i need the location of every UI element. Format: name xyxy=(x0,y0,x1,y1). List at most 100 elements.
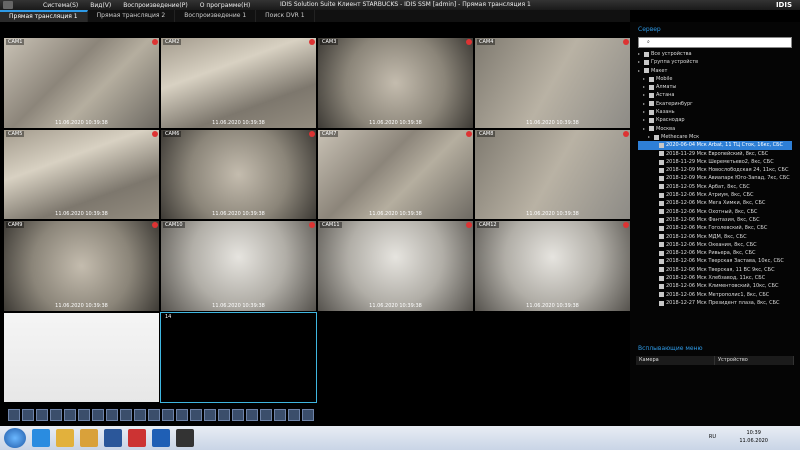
layout-1p7-icon[interactable] xyxy=(120,409,132,421)
camera-tile[interactable]: 14 xyxy=(160,311,317,403)
expand-icon[interactable]: ▸ xyxy=(643,83,647,91)
camera-tile[interactable]: CAM9 11.06.2020 10:39:38 xyxy=(4,221,159,311)
tree-item[interactable]: 2018-12-27 Мск Президент плаза, 8кс, СБС xyxy=(638,299,792,307)
tree-item[interactable]: ▸ Казань xyxy=(638,108,792,116)
close-feed-icon[interactable] xyxy=(623,39,629,45)
close-feed-icon[interactable] xyxy=(466,222,472,228)
tree-item[interactable]: 2018-12-06 Мск Атриум, 8кс, СБС xyxy=(638,191,792,199)
camera-tile[interactable] xyxy=(475,312,630,402)
tree-item[interactable]: 2018-12-06 Мск МДМ, 8кс, СБС xyxy=(638,233,792,241)
menu-playback[interactable]: Воспроизведение(P) xyxy=(123,2,187,9)
camera-tile[interactable]: CAM6 11.06.2020 10:39:38 xyxy=(161,129,316,219)
layout-custom-icon[interactable] xyxy=(92,409,104,421)
close-feed-icon[interactable] xyxy=(309,130,315,137)
close-feed-icon[interactable] xyxy=(466,130,472,137)
tree-item[interactable]: 2018-11-29 Мск Европейский, 8кс, СБС xyxy=(638,150,792,158)
tree-item[interactable]: ▸ Екатеринбург xyxy=(638,100,792,108)
start-button[interactable] xyxy=(4,428,26,448)
tree-item[interactable]: 2018-12-06 Мск Тверская Застава, 10кс, С… xyxy=(638,257,792,265)
settings-icon[interactable] xyxy=(274,409,286,421)
tab-live-1[interactable]: Прямая трансляция 1 xyxy=(0,10,88,22)
layout-2x2-icon[interactable] xyxy=(22,409,34,421)
camera-tile[interactable]: CAM3 11.06.2020 10:39:38 xyxy=(318,38,473,128)
tree-item[interactable]: ▸ Макет xyxy=(638,67,792,75)
close-feed-icon[interactable] xyxy=(309,39,315,45)
tree-item[interactable]: 2018-12-06 Мск Охотный, 8кс, СБС xyxy=(638,208,792,216)
tree-item[interactable]: ▸ Краснодар xyxy=(638,116,792,124)
snapshot-icon[interactable] xyxy=(246,409,258,421)
expand-icon[interactable]: ▸ xyxy=(643,116,647,124)
layout-1p9-icon[interactable] xyxy=(134,409,146,421)
tab-dvr-search-1[interactable]: Поиск DVR 1 xyxy=(256,10,315,22)
camera-tile[interactable]: CAM7 11.06.2020 10:39:38 xyxy=(318,129,473,219)
camera-tile[interactable] xyxy=(318,312,473,402)
expand-icon[interactable]: ▸ xyxy=(643,125,647,133)
tree-item[interactable]: ▸ Астана xyxy=(638,91,792,99)
column-camera[interactable]: Камера xyxy=(636,356,715,365)
tree-item[interactable]: 2018-12-06 Мск Мега Химки, 8кс, СБС xyxy=(638,199,792,207)
tree-item[interactable]: 2018-12-06 Мск Гоголевский, 8кс, СБС xyxy=(638,224,792,232)
print-icon[interactable] xyxy=(260,409,272,421)
camera-tile[interactable]: CAM8 11.06.2020 10:39:38 xyxy=(475,129,630,219)
menu-view[interactable]: Вид(V) xyxy=(90,2,111,9)
tree-item[interactable]: 2018-12-06 Мск Климентовский, 10кс, СБС xyxy=(638,282,792,290)
tree-item[interactable]: 2018-12-06 Мск Тверская, 11 ВС 9кс, СБС xyxy=(638,266,792,274)
expand-icon[interactable]: ▸ xyxy=(643,108,647,116)
close-feed-icon[interactable] xyxy=(623,222,629,228)
tree-item[interactable]: 2018-12-06 Мск Ривьера, 8кс, СБС xyxy=(638,249,792,257)
close-feed-icon[interactable] xyxy=(152,222,158,228)
tab-live-2[interactable]: Прямая трансляция 2 xyxy=(88,10,176,22)
layout-6x6-icon[interactable] xyxy=(78,409,90,421)
expand-icon[interactable]: ▸ xyxy=(648,133,652,141)
menu-about[interactable]: О программе(H) xyxy=(200,2,251,9)
camera-tile[interactable]: CAM1 11.06.2020 10:39:38 xyxy=(4,38,159,128)
expand-icon[interactable]: ▸ xyxy=(643,75,647,83)
tab-playback-1[interactable]: Воспроизведение 1 xyxy=(175,10,257,22)
camera-tile[interactable]: CAM10 11.06.2020 10:39:38 xyxy=(161,221,316,311)
camera-tile[interactable]: CAM11 11.06.2020 10:39:38 xyxy=(318,221,473,311)
fullscreen-icon[interactable] xyxy=(218,409,230,421)
device-search-input[interactable]: ⌕ xyxy=(638,37,792,48)
tree-item[interactable]: 2018-12-09 Мск Авиапарк Юго-Запад, 7кс, … xyxy=(638,174,792,182)
teamviewer-icon[interactable] xyxy=(152,429,170,447)
tree-item[interactable]: 2018-12-06 Мск Фантазия, 8кс, СБС xyxy=(638,216,792,224)
layout-1x1-icon[interactable] xyxy=(8,409,20,421)
close-feed-icon[interactable] xyxy=(466,39,472,45)
layout-1p12-icon[interactable] xyxy=(148,409,160,421)
record-icon[interactable] xyxy=(288,409,300,421)
layout-4x4-icon[interactable] xyxy=(50,409,62,421)
layout-wide-icon[interactable] xyxy=(162,409,174,421)
tree-item[interactable]: 2018-12-06 Мск Океания, 8кс, СБС xyxy=(638,241,792,249)
layout-grid-icon[interactable] xyxy=(176,409,188,421)
close-feed-icon[interactable] xyxy=(309,222,315,228)
expand-icon[interactable]: ▸ xyxy=(638,58,642,66)
layout-3x3-icon[interactable] xyxy=(36,409,48,421)
expand-icon[interactable]: ▸ xyxy=(643,91,647,99)
tree-item[interactable]: ▸ Mobile xyxy=(638,75,792,83)
close-feed-icon[interactable] xyxy=(152,39,158,45)
prev-page-icon[interactable] xyxy=(190,409,202,421)
idis-icon[interactable] xyxy=(128,429,146,447)
language-indicator[interactable]: RU xyxy=(709,434,716,440)
camera-tile[interactable]: CAM12 11.06.2020 10:39:38 xyxy=(475,221,630,311)
camera-tile[interactable]: CAM5 11.06.2020 10:39:38 xyxy=(4,129,159,219)
browser-icon[interactable] xyxy=(176,429,194,447)
tree-item[interactable]: 2020-06-04 Мск Arbat, 11 ТЦ Сток, 16кс, … xyxy=(638,141,792,150)
next-page-icon[interactable] xyxy=(204,409,216,421)
layout-5x5-icon[interactable] xyxy=(64,409,76,421)
ie-icon[interactable] xyxy=(32,429,50,447)
word-icon[interactable] xyxy=(104,429,122,447)
expand-icon[interactable]: ▸ xyxy=(643,100,647,108)
tree-item[interactable]: ▸ Metheсare Мск xyxy=(638,133,792,141)
tree-item[interactable]: 2018-11-29 Мск Шереметьево2, 8кс, СБС xyxy=(638,158,792,166)
expand-icon[interactable]: ▸ xyxy=(638,50,642,58)
sequence-icon[interactable] xyxy=(232,409,244,421)
explorer-icon[interactable] xyxy=(80,429,98,447)
clock[interactable]: 10:39 11.06.2020 xyxy=(739,429,768,445)
tree-item[interactable]: 2018-12-06 Мск Хлебзавод, 11кс, СБС xyxy=(638,274,792,282)
close-feed-icon[interactable] xyxy=(623,130,629,137)
layout-1p5-icon[interactable] xyxy=(106,409,118,421)
camera-tile[interactable]: CAM4 11.06.2020 10:39:38 xyxy=(475,38,630,128)
tree-item[interactable]: ▸ Группа устройств xyxy=(638,58,792,66)
tree-item[interactable]: ▸ Алматы xyxy=(638,83,792,91)
